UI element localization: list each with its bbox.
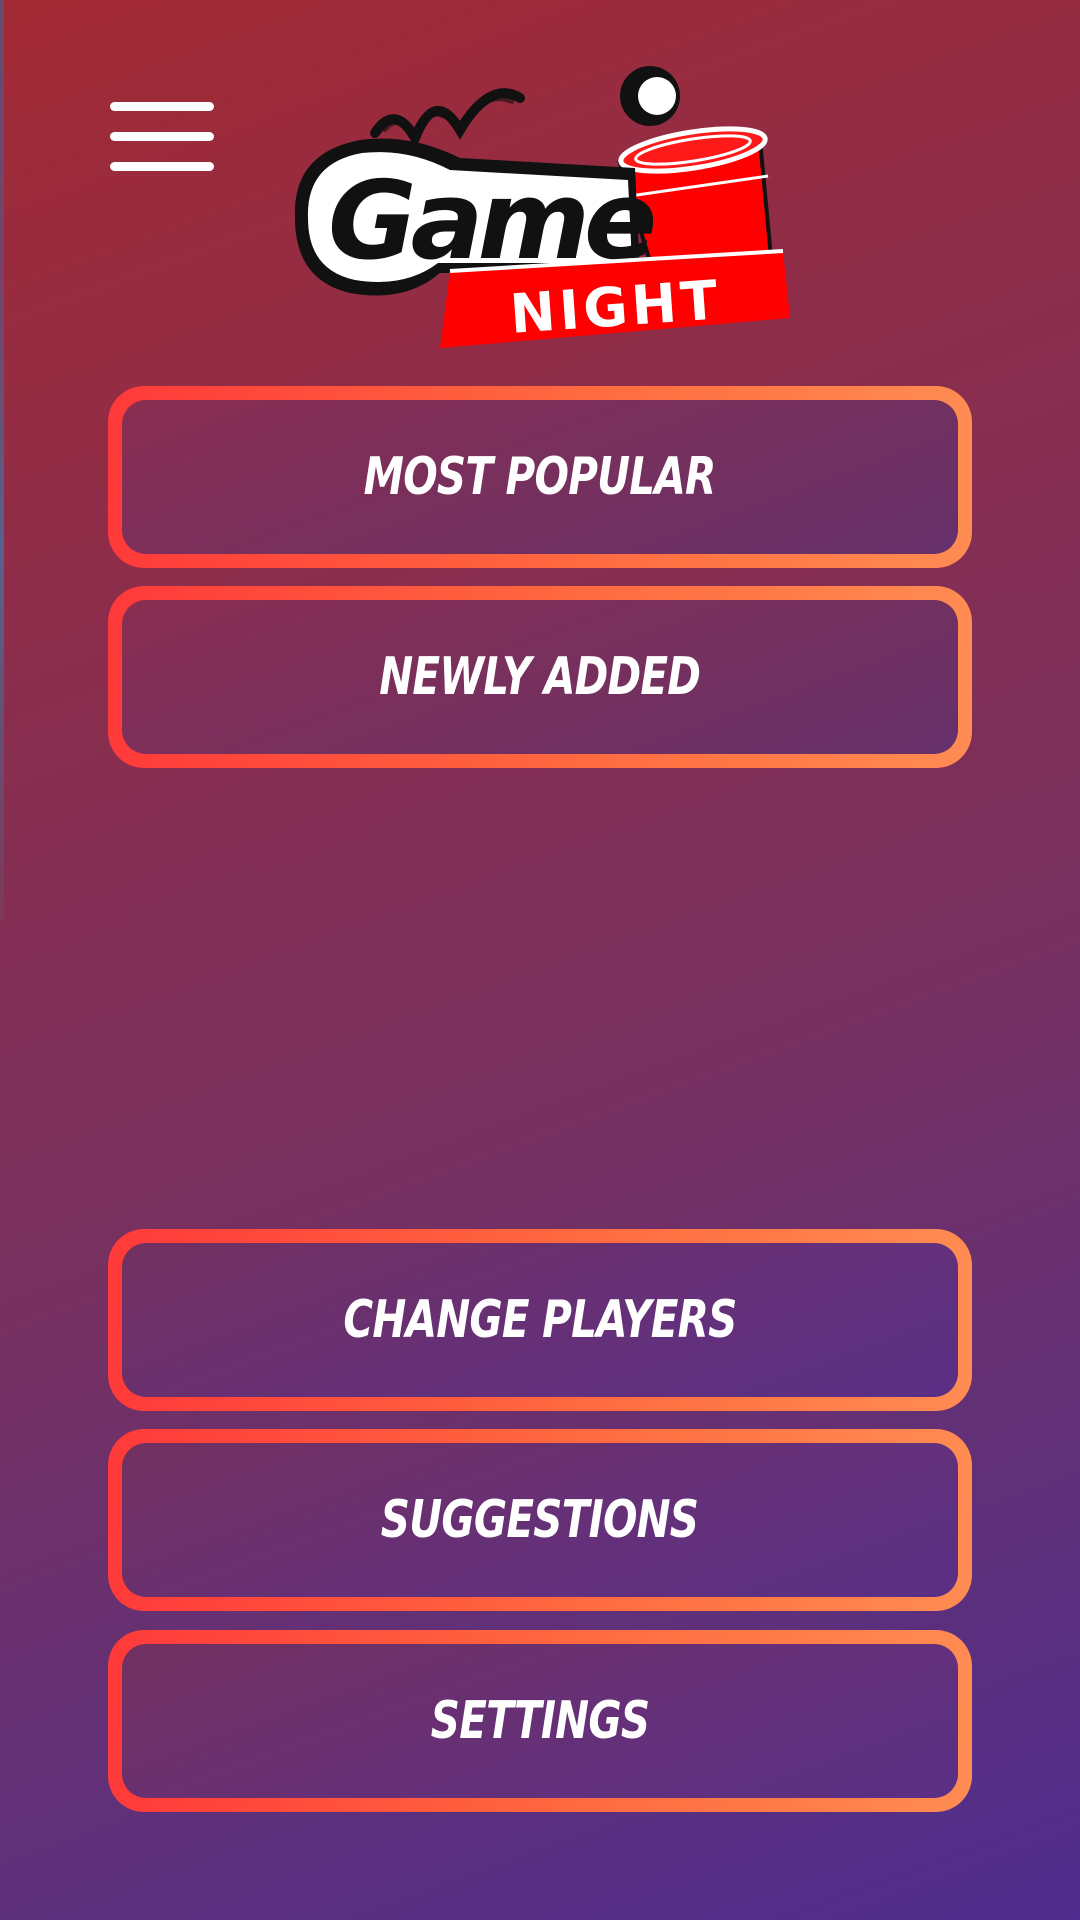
newly-added-button-inner: NEWLY ADDED xyxy=(122,600,958,754)
change-players-button-inner: CHANGE PLAYERS xyxy=(122,1243,958,1397)
game-night-logo: Game NIGHT xyxy=(294,66,790,348)
newly-added-button[interactable]: NEWLY ADDED xyxy=(108,586,972,768)
most-popular-button-inner: MOST POPULAR xyxy=(122,400,958,554)
logo-word-bottom: NIGHT xyxy=(508,268,724,346)
change-players-button[interactable]: CHANGE PLAYERS xyxy=(108,1229,972,1411)
hamburger-menu-button[interactable] xyxy=(108,100,218,180)
settings-label: SETTINGS xyxy=(430,1691,650,1751)
suggestions-label: SUGGESTIONS xyxy=(381,1490,699,1550)
settings-button[interactable]: SETTINGS xyxy=(108,1630,972,1812)
suggestions-button-inner: SUGGESTIONS xyxy=(122,1443,958,1597)
most-popular-button[interactable]: MOST POPULAR xyxy=(108,386,972,568)
newly-added-label: NEWLY ADDED xyxy=(379,647,702,707)
change-players-label: CHANGE PLAYERS xyxy=(343,1290,737,1350)
left-edge-strip xyxy=(0,0,4,920)
most-popular-label: MOST POPULAR xyxy=(364,447,717,507)
settings-button-inner: SETTINGS xyxy=(122,1644,958,1798)
suggestions-button[interactable]: SUGGESTIONS xyxy=(108,1429,972,1611)
hamburger-menu-icon xyxy=(110,100,214,180)
